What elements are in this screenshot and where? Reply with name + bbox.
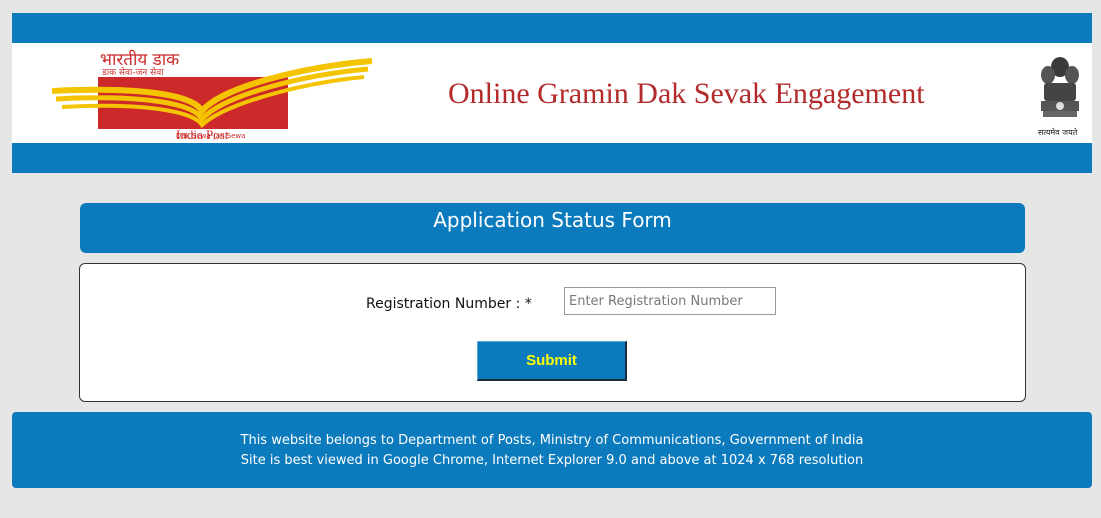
- site-title: Online Gramin Dak Sevak Engagement: [448, 77, 925, 110]
- india-post-logo: भारतीय डाक डाक सेवा-जन सेवा India Post: [52, 49, 372, 142]
- logo-hindi-text: भारतीय डाक: [100, 49, 180, 70]
- footer-browser-note: Site is best viewed in Google Chrome, In…: [240, 453, 864, 468]
- application-status-form: Registration Number : * Submit: [79, 263, 1026, 402]
- logo-hindi-tagline: डाक सेवा-जन सेवा: [101, 66, 164, 78]
- logo-tagline: Dak Sewa-Jan Sewa: [176, 132, 246, 140]
- header-white-band: भारतीय डाक डाक सेवा-जन सेवा India Post D…: [12, 43, 1092, 143]
- form-title: Application Status Form: [433, 208, 672, 232]
- form-title-bar: Application Status Form: [80, 203, 1025, 253]
- footer: This website belongs to Department of Po…: [12, 412, 1092, 488]
- emblem-caption: सत्यमेव जयते: [1038, 128, 1078, 137]
- submit-button[interactable]: Submit: [477, 341, 627, 381]
- header-banner: भारतीय डाक डाक सेवा-जन सेवा India Post D…: [12, 13, 1092, 173]
- registration-number-input[interactable]: [564, 287, 776, 315]
- footer-ownership-text: This website belongs to Department of Po…: [240, 433, 864, 448]
- registration-number-label: Registration Number : *: [366, 296, 532, 312]
